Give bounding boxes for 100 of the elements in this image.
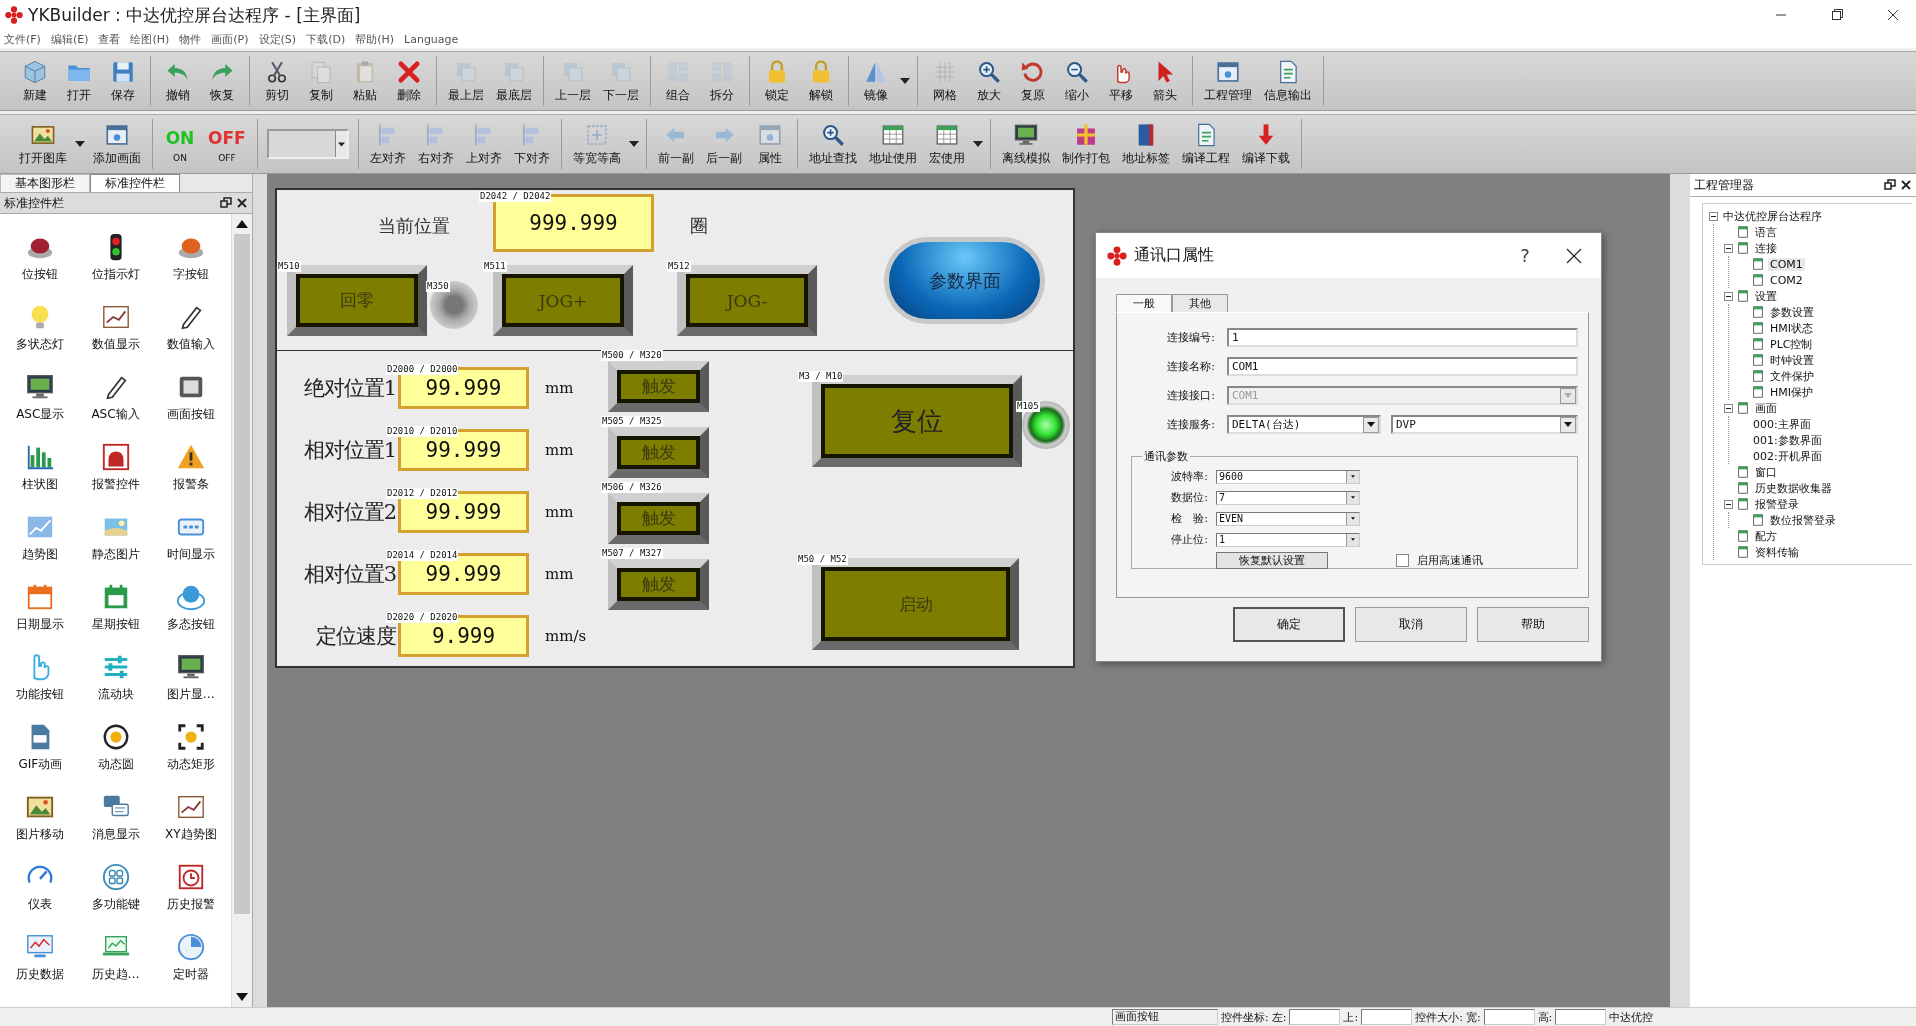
widget-tool[interactable]: 位按钮 <box>5 222 76 292</box>
tree-item[interactable]: 文件保护 <box>1768 368 1816 384</box>
tree-item[interactable]: 窗口 <box>1753 464 1779 480</box>
widget-tool[interactable]: 图片显… <box>155 642 226 712</box>
scroll-up-icon[interactable] <box>236 220 248 228</box>
scrollbar[interactable] <box>231 214 252 1007</box>
toolbar-button[interactable]: 锁定 <box>755 56 799 106</box>
text-field[interactable]: 1 <box>1227 328 1578 347</box>
on-button[interactable]: ON ON <box>158 123 202 165</box>
tree-item[interactable]: 历史数据收集器 <box>1753 480 1834 496</box>
widget-tool[interactable]: 历史趋… <box>80 922 151 992</box>
menu-item[interactable]: 物件 <box>179 31 202 47</box>
menu-item[interactable]: 查看 <box>98 31 121 47</box>
tree-item[interactable]: 数位报警登录 <box>1768 512 1838 528</box>
widget-tool[interactable]: 星期按钮 <box>80 572 151 642</box>
widget-tool[interactable]: 历史报警 <box>155 852 226 922</box>
close-icon[interactable] <box>1900 179 1912 191</box>
panel-tab[interactable]: 标准控件栏 <box>90 174 180 192</box>
toolbar-button[interactable]: 镜像 <box>854 56 898 106</box>
menu-item[interactable]: 画面(P) <box>211 31 249 47</box>
widget-tool[interactable]: 位指示灯 <box>80 222 151 292</box>
toolbar-button[interactable]: 撤销 <box>156 56 200 106</box>
tree-item[interactable]: 002:开机界面 <box>1751 448 1824 464</box>
toolbar-button[interactable]: 解锁 <box>799 56 843 106</box>
widget-tool[interactable]: 动态矩形 <box>155 712 226 782</box>
toolbar-button[interactable]: 缩小 <box>1055 56 1099 106</box>
tree-item[interactable]: PLC控制 <box>1768 336 1815 352</box>
dropdown-field[interactable]: EVEN <box>1216 511 1360 526</box>
toolbar-button[interactable]: 添加画面 <box>87 119 147 169</box>
reset-defaults-button[interactable]: 恢复默认设置 <box>1216 552 1328 569</box>
menu-item[interactable]: Language <box>404 32 459 46</box>
toolbar-button[interactable]: 信息输出 <box>1258 56 1318 106</box>
widget-tool[interactable]: 多功能键 <box>80 852 151 922</box>
widget-tool[interactable]: 仪表 <box>5 852 76 922</box>
widget-tool[interactable]: 报警条 <box>155 432 226 502</box>
widget-tool[interactable]: 趋势图 <box>5 502 76 572</box>
collapse-icon[interactable] <box>1724 403 1733 413</box>
toolbar-button[interactable]: 打开图库 <box>13 119 73 169</box>
dropdown-field[interactable]: 1 <box>1216 532 1360 547</box>
tree-item[interactable]: 报警登录 <box>1753 496 1801 512</box>
dialog-tab[interactable]: 一般 <box>1116 294 1172 312</box>
widget-tool[interactable]: 数值显示 <box>80 292 151 362</box>
tree-item[interactable]: COM1 <box>1768 257 1805 271</box>
widget-tool[interactable]: 字按钮 <box>155 222 226 292</box>
caret-icon[interactable] <box>972 141 983 147</box>
dropdown-field[interactable]: DELTA(台达) <box>1227 415 1381 434</box>
widget-tool[interactable]: 报警控件 <box>80 432 151 502</box>
checkbox[interactable] <box>1396 554 1409 567</box>
tree-item[interactable]: COM2 <box>1768 273 1805 287</box>
tree-item[interactable]: HMI状态 <box>1768 320 1815 336</box>
toolbar-button[interactable]: 地址标签 <box>1115 119 1176 169</box>
close-icon[interactable] <box>236 197 248 209</box>
toolbar-button[interactable]: 地址查找 <box>802 119 863 169</box>
toolbar-button[interactable]: 宏使用 <box>922 119 971 169</box>
toolbar-button[interactable]: 删除 <box>387 56 431 106</box>
toolbar-button[interactable]: 地址使用 <box>862 119 923 169</box>
screen-button[interactable]: 参数界面 <box>884 237 1045 324</box>
panel-tab[interactable]: 基本图形栏 <box>0 174 90 192</box>
dropdown-field[interactable]: 9600 <box>1216 469 1360 484</box>
menu-item[interactable]: 下载(D) <box>306 31 346 47</box>
widget-tool[interactable]: 时间显示 <box>155 502 226 572</box>
widget-tool[interactable]: 定时器 <box>155 922 226 992</box>
toolbar-button[interactable]: 制作打包 <box>1055 119 1116 169</box>
toolbar-button[interactable]: 放大 <box>967 56 1011 106</box>
dialog-button[interactable]: 帮助 <box>1477 607 1589 642</box>
widget-tool[interactable]: 静态图片 <box>80 502 151 572</box>
tree-item[interactable]: 时钟设置 <box>1768 352 1816 368</box>
menu-item[interactable]: 文件(F) <box>4 31 41 47</box>
help-button[interactable]: ? <box>1505 244 1545 267</box>
toolbar-button[interactable]: 编译下载 <box>1235 119 1296 169</box>
menu-item[interactable]: 绘图(H) <box>130 31 170 47</box>
widget-tool[interactable]: 图片移动 <box>5 782 76 852</box>
menu-item[interactable]: 帮助(H) <box>355 31 395 47</box>
widget-tool[interactable]: 功能按钮 <box>5 642 76 712</box>
widget-tool[interactable]: 多态按钮 <box>155 572 226 642</box>
collapse-icon[interactable] <box>1724 291 1733 301</box>
dialog-button[interactable]: 确定 <box>1233 607 1345 642</box>
toolbar-button[interactable]: 新建 <box>13 56 57 106</box>
widget-tool[interactable]: GIF动画 <box>5 712 76 782</box>
widget-tool[interactable]: 日期显示 <box>5 572 76 642</box>
toolbar-button[interactable]: 编译工程 <box>1175 119 1236 169</box>
dialog-button[interactable]: 取消 <box>1355 607 1467 642</box>
tree-item[interactable]: 配方 <box>1753 528 1779 544</box>
dropdown-field[interactable]: DVP <box>1391 415 1578 434</box>
toolbar-button[interactable]: 恢复 <box>200 56 244 106</box>
tree-item[interactable]: 画面 <box>1753 400 1779 416</box>
tree-item[interactable]: 001:参数界面 <box>1751 432 1824 448</box>
caret-icon[interactable] <box>75 141 85 147</box>
widget-tool[interactable]: 多状态灯 <box>5 292 76 362</box>
menu-item[interactable]: 编辑(E) <box>50 31 89 47</box>
caret-icon[interactable] <box>900 78 910 84</box>
toolbar-button[interactable]: 离线模拟 <box>995 119 1056 169</box>
restore-icon[interactable] <box>220 197 232 209</box>
tree-item[interactable]: 资料传输 <box>1753 544 1801 560</box>
collapse-icon[interactable] <box>1724 499 1733 509</box>
toolbar-button[interactable]: 工程管理 <box>1198 56 1258 106</box>
widget-tool[interactable]: 画面按钮 <box>155 362 226 432</box>
widget-tool[interactable]: 消息显示 <box>80 782 151 852</box>
tree-item[interactable]: 参数设置 <box>1768 304 1816 320</box>
tree-item[interactable]: HMI保护 <box>1768 384 1815 400</box>
